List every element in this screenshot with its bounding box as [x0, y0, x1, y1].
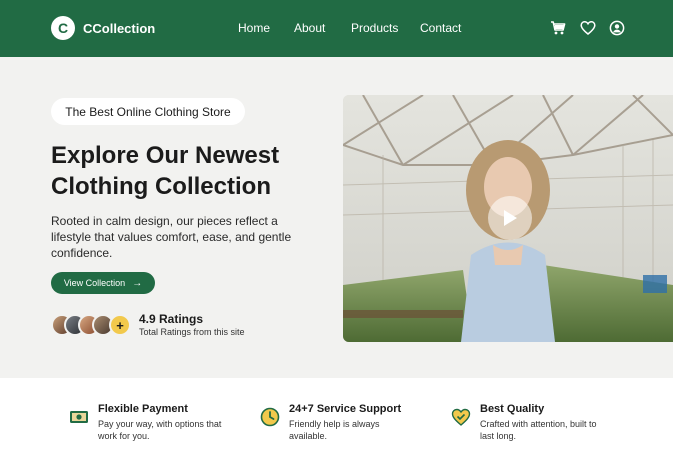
heart-icon[interactable]: [580, 20, 596, 36]
nav-products[interactable]: Products: [351, 21, 398, 35]
brand-name: CCollection: [83, 20, 156, 36]
hero-headline: Explore Our Newest Clothing Collection: [51, 140, 331, 202]
clock-icon: [260, 407, 280, 427]
play-icon: [504, 210, 517, 226]
nav-about[interactable]: About: [294, 21, 325, 35]
feature-description: Friendly help is always available.: [289, 419, 380, 441]
user-icon[interactable]: [609, 20, 625, 36]
nav-contact[interactable]: Contact: [420, 21, 461, 35]
feature-title: Flexible Payment: [98, 403, 188, 415]
logo-mark: C: [51, 16, 75, 40]
view-collection-button[interactable]: View Collection →: [51, 272, 155, 294]
hero-description: Rooted in calm design, our pieces reflec…: [51, 214, 292, 260]
feature-title: Best Quality: [480, 403, 545, 415]
headline-line-1: Explore Our Newest: [51, 142, 280, 169]
view-collection-label: View Collection: [63, 278, 126, 288]
logo[interactable]: C CCollection: [51, 16, 155, 40]
rating-value: 4.9 Ratings: [139, 312, 204, 326]
feature-description: Pay your way, with options that work for…: [98, 419, 222, 441]
site-header: C CCollection Home About Products Contac…: [0, 0, 673, 57]
payment-icon: [69, 407, 89, 427]
customer-avatars: +: [51, 314, 133, 336]
feature-description: Crafted with attention, built to last lo…: [480, 419, 597, 441]
feature-title: 24+7 Service Support: [289, 403, 402, 415]
arrow-right-icon: →: [132, 277, 143, 289]
hero-badge: The Best Online Clothing Store: [51, 98, 245, 125]
features-section: Flexible Payment Pay your way, with opti…: [0, 378, 673, 470]
quality-heart-icon: [451, 407, 471, 427]
avatar-plus-badge: +: [109, 314, 131, 336]
rating-subtitle: Total Ratings from this site: [139, 327, 245, 337]
headline-line-2: Clothing Collection: [51, 173, 271, 200]
cart-icon[interactable]: [550, 20, 566, 36]
play-video-button[interactable]: [488, 196, 532, 240]
nav-home[interactable]: Home: [238, 21, 270, 35]
header-actions: [550, 20, 625, 38]
